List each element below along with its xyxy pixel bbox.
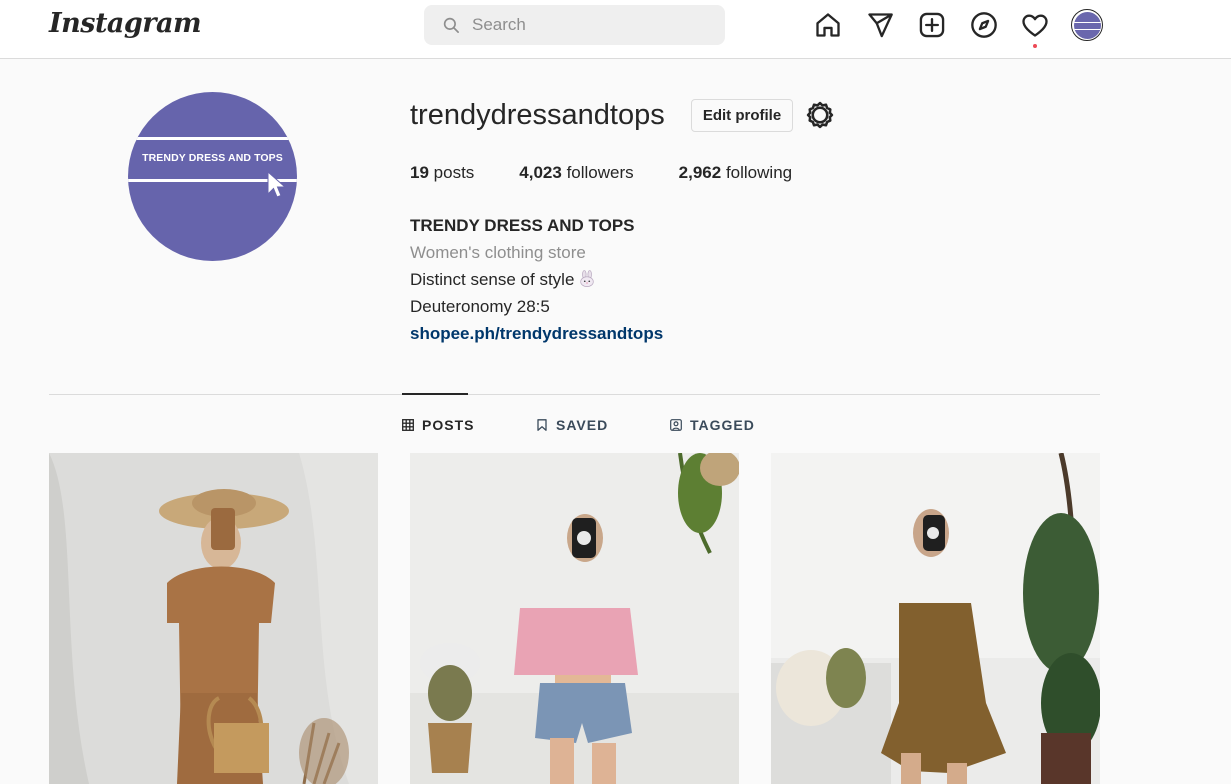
bunny-emoji-icon <box>580 270 595 288</box>
search-icon <box>443 17 459 33</box>
following-stat[interactable]: 2,962 following <box>679 163 792 183</box>
instagram-logo[interactable]: Instagram <box>49 8 202 39</box>
activity-heart-icon[interactable] <box>1021 11 1049 39</box>
bookmark-icon <box>537 419 547 431</box>
followers-stat[interactable]: 4,023 followers <box>519 163 633 183</box>
profile-stats: 19 posts 4,023 followers 2,962 following <box>410 163 837 183</box>
post-thumbnail[interactable] <box>771 453 1100 784</box>
grid-icon <box>402 419 414 431</box>
search-input[interactable] <box>472 15 712 35</box>
profile-picture[interactable]: TRENDY DRESS AND TOPS <box>128 92 297 261</box>
top-nav: Instagram <box>0 0 1231 59</box>
posts-stat: 19 posts <box>410 163 475 182</box>
profile-username: trendydressandtops <box>410 99 665 131</box>
profile-avatar[interactable] <box>1071 9 1103 41</box>
post-thumbnail[interactable] <box>410 453 739 784</box>
direct-message-icon[interactable] <box>866 11 894 39</box>
search-bar[interactable] <box>424 5 725 45</box>
profile-category: Women's clothing store <box>410 243 586 262</box>
post-image <box>410 453 739 784</box>
bio-website-link[interactable]: shopee.ph/trendydressandtops <box>410 320 663 347</box>
post-image <box>771 453 1100 784</box>
home-icon[interactable] <box>814 11 842 39</box>
edit-profile-button[interactable]: Edit profile <box>691 99 793 132</box>
tab-posts[interactable]: POSTS <box>402 417 474 433</box>
new-post-icon[interactable] <box>918 11 946 39</box>
avatar-brand-text: TRENDY DRESS AND TOPS <box>142 152 283 164</box>
tagged-icon <box>670 419 682 431</box>
active-tab-indicator <box>402 393 468 395</box>
profile-full-name: TRENDY DRESS AND TOPS <box>410 216 635 235</box>
bio-line-style: Distinct sense of style <box>410 266 663 293</box>
cursor-icon <box>267 170 287 198</box>
tab-tagged[interactable]: TAGGED <box>670 417 755 433</box>
bio-line-verse: Deuteronomy 28:5 <box>410 297 550 316</box>
post-thumbnail[interactable] <box>49 453 378 784</box>
notification-dot <box>1033 44 1037 48</box>
settings-gear-icon[interactable] <box>806 101 834 129</box>
tabs-divider <box>49 394 1100 395</box>
post-image <box>49 453 378 784</box>
tab-saved[interactable]: SAVED <box>536 417 608 433</box>
explore-icon[interactable] <box>970 11 998 39</box>
profile-bio: TRENDY DRESS AND TOPS Women's clothing s… <box>410 212 663 347</box>
